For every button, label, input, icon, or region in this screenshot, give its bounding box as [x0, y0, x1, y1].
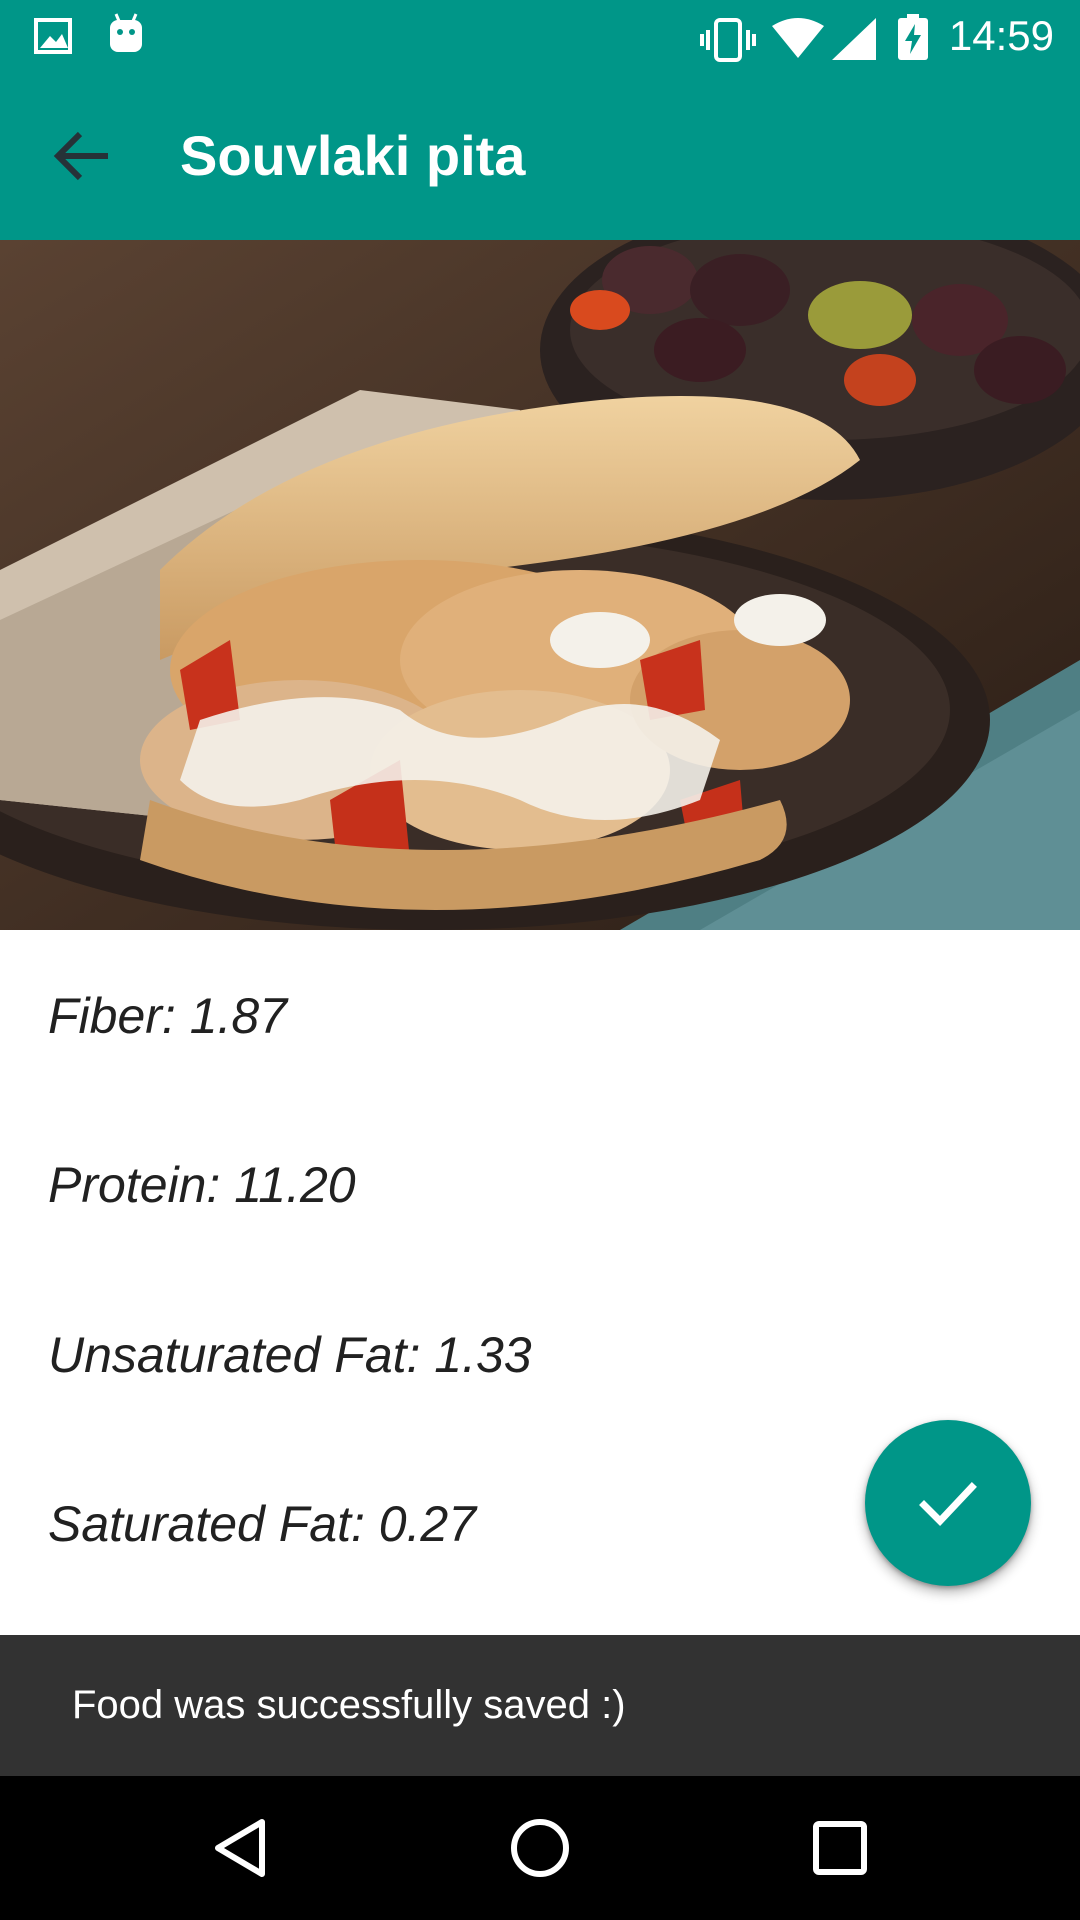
nav-home-button[interactable]: [492, 1812, 588, 1884]
snackbar: Food was successfully saved :): [0, 1635, 1080, 1776]
food-image: [0, 240, 1080, 930]
screen: 14:59 Souvlaki pita Fiber: 1.87 Protein:…: [0, 0, 1080, 1920]
arrow-back-icon: [53, 131, 108, 181]
image-icon: [34, 18, 74, 59]
back-button[interactable]: [36, 120, 132, 192]
nav-recents-button[interactable]: [792, 1812, 888, 1884]
app-bar: Souvlaki pita: [0, 72, 1080, 240]
recents-square-icon: [813, 1821, 867, 1875]
page-title: Souvlaki pita: [180, 124, 526, 187]
status-time: 14:59: [948, 12, 1054, 59]
home-circle-icon: [511, 1819, 569, 1877]
check-icon: [919, 1482, 977, 1527]
nutrient-unsaturated-fat: Unsaturated Fat: 1.33: [48, 1327, 532, 1383]
souvlaki-pita-photo: [0, 240, 1080, 930]
nutrient-saturated-fat: Saturated Fat: 0.27: [48, 1496, 477, 1552]
vibrate-icon: [700, 18, 756, 67]
nutrient-protein: Protein: 11.20: [48, 1157, 356, 1213]
back-triangle-icon: [215, 1819, 265, 1877]
battery-charging-icon: [898, 14, 928, 65]
android-icon: [106, 12, 146, 61]
snackbar-message: Food was successfully saved :): [72, 1683, 626, 1727]
cell-signal-icon: [832, 18, 876, 65]
nutrient-fiber: Fiber: 1.87: [48, 988, 288, 1044]
navigation-bar: [0, 1776, 1080, 1920]
nav-back-button[interactable]: [194, 1812, 290, 1884]
status-bar: 14:59: [0, 0, 1080, 72]
wifi-icon: [772, 18, 824, 65]
save-fab-button[interactable]: [865, 1420, 1031, 1586]
